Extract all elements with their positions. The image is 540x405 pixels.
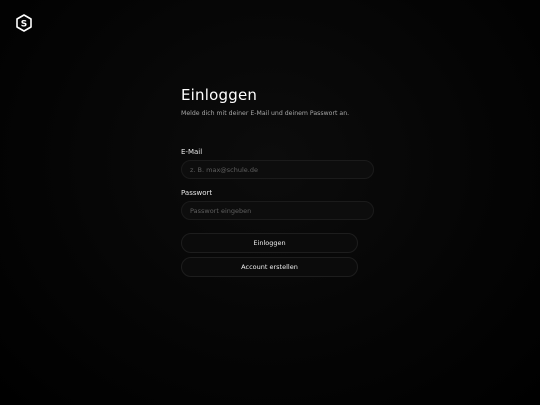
login-button[interactable]: Einloggen	[181, 233, 358, 253]
app-logo-icon[interactable]: S	[15, 14, 33, 32]
hexagon-s-logo-icon: S	[16, 14, 32, 32]
logo-letter: S	[21, 19, 27, 29]
login-form: Einloggen Melde dich mit deiner E-Mail u…	[181, 86, 376, 277]
password-label: Passwort	[181, 189, 213, 197]
page-title: Einloggen	[181, 86, 258, 104]
password-field[interactable]	[181, 201, 374, 220]
create-account-button[interactable]: Account erstellen	[181, 257, 358, 277]
email-label: E-Mail	[181, 148, 203, 156]
email-field[interactable]	[181, 160, 374, 179]
page-subtitle: Melde dich mit deiner E-Mail und deinem …	[181, 110, 350, 117]
